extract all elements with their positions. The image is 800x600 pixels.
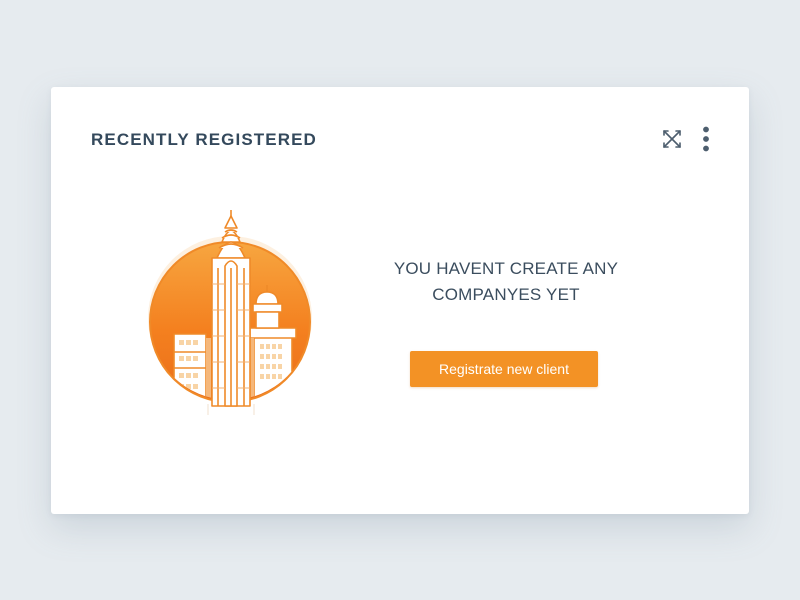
card-title: RECENTLY REGISTERED <box>91 130 317 149</box>
empty-state-line-1: YOU HAVENT CREATE ANY <box>393 259 619 278</box>
city-buildings-icon <box>146 206 321 416</box>
empty-state-line-2: COMPANYES YET <box>432 285 580 304</box>
empty-state-message: YOU HAVENT CREATE ANY COMPANYES YET <box>371 256 641 308</box>
recently-registered-card: RECENTLY REGISTERED YOU HAVENT CREATE AN… <box>51 87 749 514</box>
more-vertical-icon[interactable] <box>695 124 717 154</box>
register-new-client-button[interactable]: Registrate new client <box>410 351 598 387</box>
expand-arrows-icon[interactable] <box>659 126 685 152</box>
